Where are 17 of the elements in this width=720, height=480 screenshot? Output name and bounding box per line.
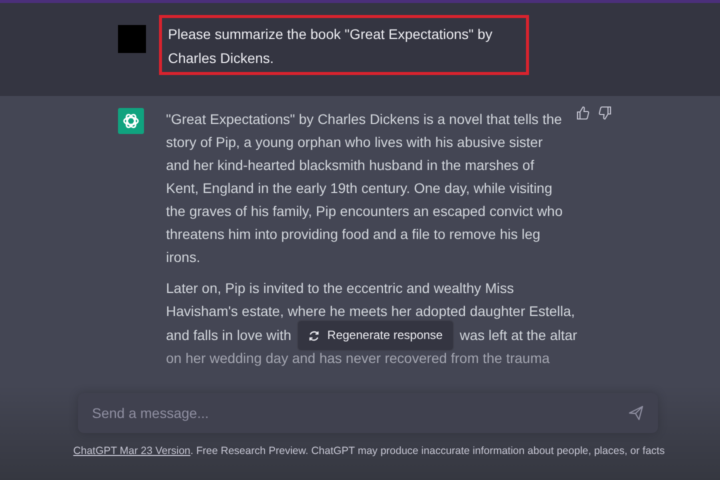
response-text-line: and falls in love with [166, 326, 292, 345]
response-text-line: Havisham's estate, where he meets her adopted daughter Estella, [166, 302, 575, 321]
message-input-field[interactable]: Send a message... [78, 393, 658, 433]
thumbs-up-icon[interactable] [576, 106, 590, 120]
response-text-line: on her wedding day and has never recovered from the trauma [166, 349, 550, 368]
assistant-logo-icon [118, 108, 144, 134]
thumbs-down-icon[interactable] [598, 106, 612, 120]
response-paragraph: "Great Expectations" by Charles Dickens is a novel that tells the story of Pip, a young orphan who lives with his abusive sister and her kind-hearted blacksmith husband in the marshes of Kent, England in the early 19th century. One day, while visiting the graves of his family, Pip encounters an escaped convict who threatens him into providing food and a file to remove his leg irons. [166, 110, 564, 267]
refresh-icon [308, 330, 320, 342]
response-text-line: Later on, Pip is invited to the eccentric and wealthy Miss [166, 279, 514, 298]
send-icon[interactable] [628, 405, 644, 421]
version-link[interactable]: ChatGPT Mar 23 Version [73, 445, 190, 457]
disclaimer-text: ChatGPT Mar 23 Version. Free Research Preview. ChatGPT may produce inaccurate information about people, places, or facts [72, 444, 666, 459]
user-avatar [118, 25, 146, 53]
response-text-line: was left at the altar [460, 326, 578, 345]
user-message: Please summarize the book "Great Expectations" by Charles Dickens. [159, 15, 529, 75]
regenerate-button[interactable]: Regenerate response [297, 320, 454, 351]
